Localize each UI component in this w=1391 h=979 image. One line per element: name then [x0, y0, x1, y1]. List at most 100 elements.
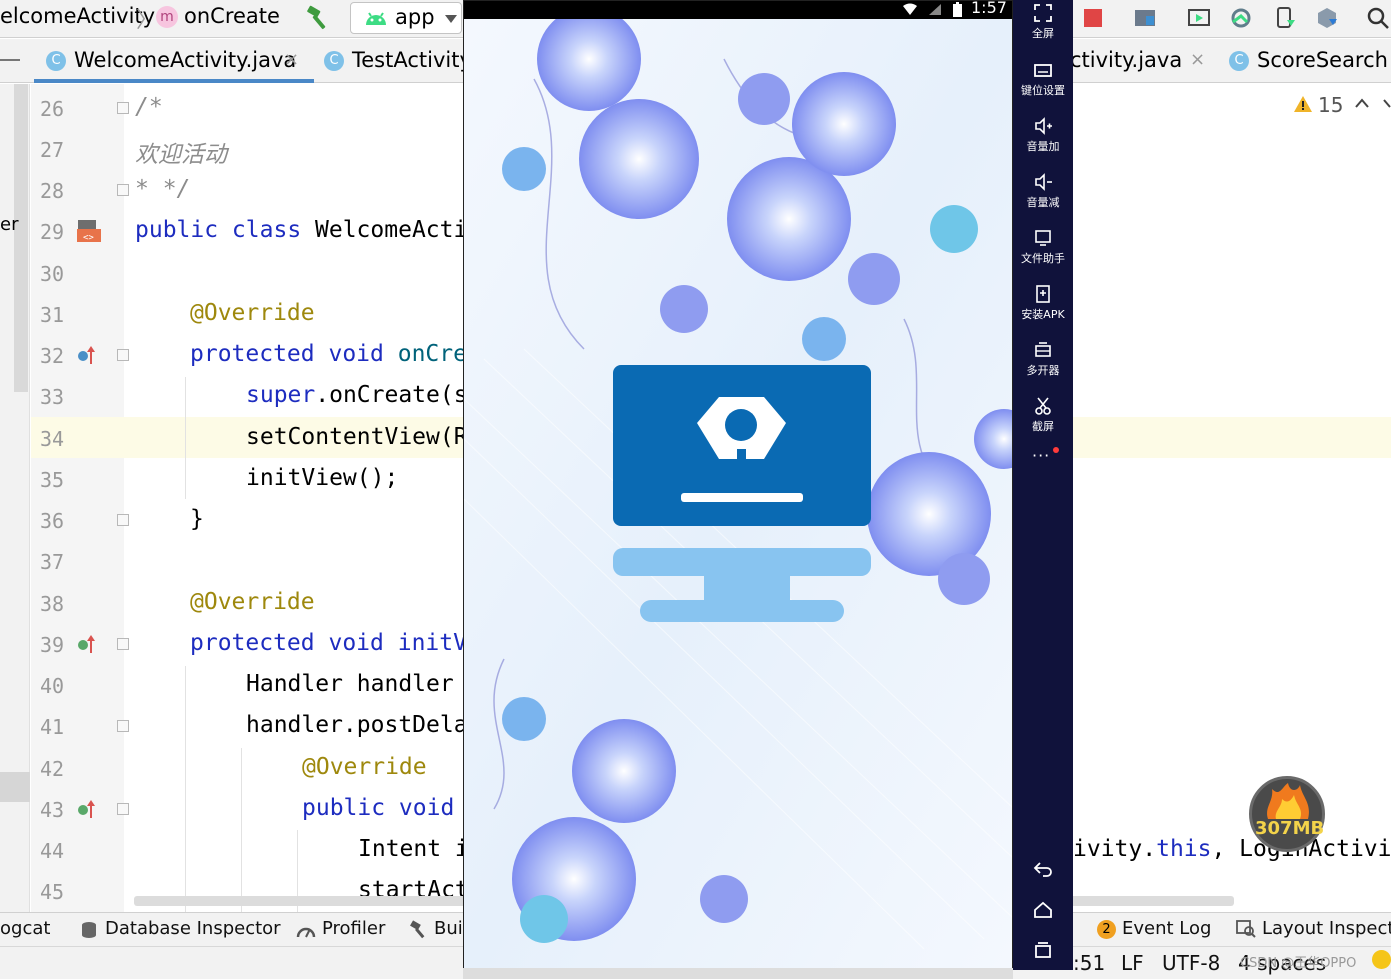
indent-guide [241, 748, 242, 912]
search-icon[interactable] [1366, 6, 1390, 30]
volume-up-label: 音量加 [1026, 140, 1060, 153]
build-tool[interactable]: Bui [434, 918, 463, 939]
keymap-button[interactable]: 键位设置 [1013, 60, 1073, 98]
screenshot-icon [1035, 397, 1051, 415]
code-line-40: Handler handler [246, 671, 468, 697]
project-tool-strip[interactable]: er [0, 84, 30, 912]
line-number: 35 [40, 468, 65, 492]
breadcrumb-method[interactable]: onCreate [184, 4, 280, 28]
database-inspector-tool[interactable]: Database Inspector [105, 918, 281, 939]
fold-marker[interactable] [117, 803, 129, 815]
stop-icon[interactable] [1081, 6, 1105, 30]
project-scrollbar[interactable] [14, 84, 28, 392]
code-line-38: @Override [190, 589, 315, 615]
device-manager-icon[interactable] [1273, 6, 1297, 30]
sdk-manager-icon[interactable] [1315, 6, 1339, 30]
fold-marker[interactable] [117, 514, 129, 526]
line-number: 40 [40, 674, 65, 698]
fold-marker[interactable] [117, 184, 129, 196]
multi-instance-label: 多开器 [1026, 364, 1060, 377]
install-apk-icon [1036, 285, 1050, 303]
warning-count[interactable]: 15 [1318, 93, 1343, 117]
event-log-badge: 2 [1097, 920, 1116, 939]
code-text: .onCreate(s [315, 382, 468, 408]
home-icon[interactable] [1033, 901, 1053, 919]
tab-welcome-activity[interactable]: C WelcomeActivity.java × [34, 39, 314, 83]
code-line-43: public void [302, 795, 454, 821]
fullscreen-icon [1034, 4, 1052, 22]
project-selection [0, 772, 30, 802]
layout-file-icon[interactable]: <> [76, 218, 102, 244]
code-line-44: Intent i [358, 836, 469, 862]
code-line-33: super.onCreate(s [246, 382, 468, 408]
layout-inspector-tool[interactable]: Layout Inspecto [1262, 918, 1391, 939]
recents-icon[interactable] [1033, 941, 1053, 959]
code-line-44-right: ivity.this, LoginActivit [1073, 836, 1391, 862]
fold-marker[interactable] [117, 638, 129, 650]
fold-marker[interactable] [117, 720, 129, 732]
multi-instance-icon [1035, 342, 1051, 357]
implement-method-icon[interactable] [76, 798, 98, 820]
emulator-screen[interactable]: 1:57 [463, 0, 1013, 970]
project-structure-icon[interactable] [1133, 6, 1157, 30]
signal-icon [929, 4, 941, 15]
fullscreen-button[interactable]: 全屏 [1013, 3, 1073, 41]
database-icon [82, 922, 96, 938]
warning-icon[interactable] [1293, 95, 1313, 113]
code-keyword: public void [302, 795, 455, 821]
fold-marker[interactable] [117, 349, 129, 361]
code-line-36: } [190, 506, 204, 532]
back-icon[interactable] [1033, 860, 1053, 878]
run-config-select[interactable]: app [350, 2, 462, 34]
logcat-tool[interactable]: ogcat [0, 918, 50, 939]
close-icon[interactable]: × [1190, 49, 1205, 70]
multi-instance-button[interactable]: 多开器 [1013, 340, 1073, 378]
code-line-29: public class WelcomeActi [135, 217, 467, 243]
avd-manager-icon[interactable] [1187, 6, 1211, 30]
tab-test-activity[interactable]: C TestActivity [324, 39, 472, 83]
breadcrumb-separator: 〉 [136, 8, 159, 33]
event-log-tool[interactable]: Event Log [1122, 918, 1211, 939]
keyboard-icon [1034, 64, 1052, 77]
fire-icon [1267, 783, 1309, 819]
line-number: 32 [40, 344, 65, 368]
emulator-clock: 1:57 [971, 0, 1007, 17]
chevron-down-icon[interactable] [1383, 98, 1391, 108]
minimize-icon[interactable] [0, 59, 20, 61]
method-icon: m [156, 6, 178, 28]
chevron-up-icon[interactable] [1355, 98, 1369, 108]
caret-position[interactable]: :51 [1073, 951, 1105, 975]
line-separator[interactable]: LF [1121, 951, 1144, 975]
notification-dot [1053, 447, 1059, 453]
build-icon [410, 920, 425, 939]
tab-score-search[interactable]: C ScoreSearch [1229, 39, 1389, 83]
screenshot-button[interactable]: 截屏 [1013, 396, 1073, 434]
line-number: 38 [40, 592, 65, 616]
chevron-down-icon [445, 15, 457, 23]
override-method-icon[interactable] [76, 344, 98, 366]
line-number: 44 [40, 839, 65, 863]
class-icon: C [324, 51, 344, 71]
implement-method-icon[interactable] [76, 633, 98, 655]
file-assistant-button[interactable]: 文件助手 [1013, 228, 1073, 266]
line-number: 26 [40, 97, 65, 121]
file-encoding[interactable]: UTF-8 [1162, 951, 1220, 975]
memory-usage-badge[interactable] [1249, 776, 1325, 852]
volume-up-button[interactable]: 音量加 [1013, 116, 1073, 154]
code-keyword: protected void [190, 341, 398, 367]
sync-gradle-icon[interactable] [1229, 6, 1253, 30]
install-apk-button[interactable]: 安装APK [1013, 284, 1073, 322]
code-line-26: /* [135, 94, 163, 120]
volume-down-button[interactable]: 音量减 [1013, 172, 1073, 210]
build-hammer-icon[interactable] [306, 5, 332, 31]
fold-marker[interactable] [117, 102, 129, 114]
more-button[interactable]: ··· [1032, 446, 1050, 465]
profiler-tool[interactable]: Profiler [322, 918, 385, 939]
breadcrumb-class[interactable]: elcomeActivity [0, 4, 155, 28]
flower-background [464, 19, 1012, 969]
line-number: 27 [40, 138, 65, 162]
close-icon[interactable]: × [284, 49, 299, 70]
indent-guide [185, 377, 186, 499]
code-line-34: setContentView(R [246, 424, 468, 450]
line-number: 45 [40, 880, 65, 904]
